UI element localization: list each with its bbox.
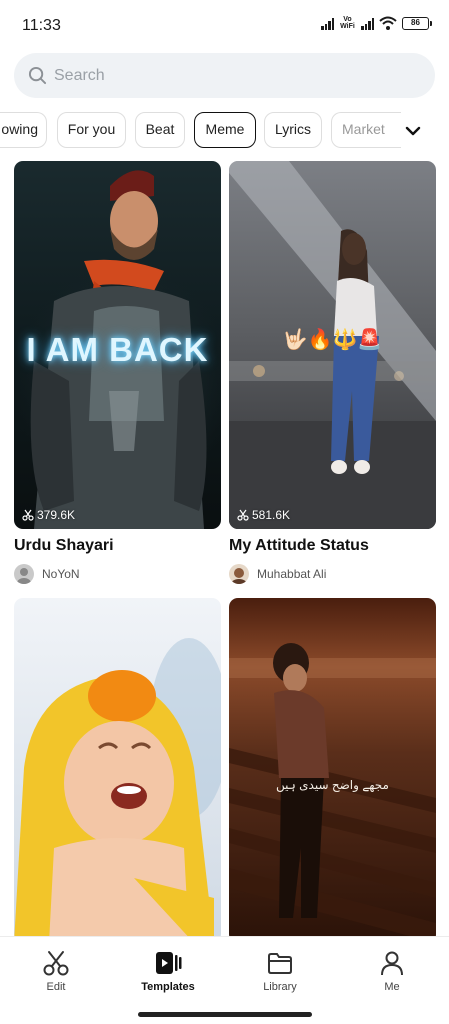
nav-me[interactable]: Me (342, 949, 442, 993)
search-placeholder: Search (54, 66, 105, 84)
nav-label: Me (384, 981, 400, 993)
template-title[interactable]: My Attitude Status (229, 537, 369, 555)
template-thumbnail (14, 598, 221, 943)
wifi-icon (379, 16, 397, 30)
chip-meme[interactable]: Meme (194, 112, 256, 148)
nav-label: Templates (141, 981, 195, 993)
scissors-icon (22, 509, 34, 521)
chevron-down-icon[interactable] (401, 119, 425, 143)
template-thumbnail (229, 598, 436, 943)
usage-count: 581.6K (237, 508, 290, 522)
scissors-icon (237, 509, 249, 521)
person-icon (381, 951, 403, 976)
avatar (14, 564, 34, 584)
search-input[interactable]: Search (14, 53, 435, 98)
card-overlay-text: I AM BACK (26, 331, 209, 368)
nav-edit[interactable]: Edit (6, 949, 106, 993)
chip-following[interactable]: owing (0, 112, 47, 148)
template-card-4[interactable]: مجھے واضح سیدی ہیں (229, 598, 436, 943)
category-chips: owing For you Beat Meme Lyrics Market (0, 112, 449, 149)
card-overlay-text: 🤟🏻🔥🔱🚨 (282, 329, 383, 351)
nav-templates[interactable]: Templates (118, 949, 218, 993)
signal-icon-2 (361, 16, 374, 30)
card-overlay-text: مجھے واضح سیدی ہیں (276, 778, 389, 792)
template-card-2[interactable]: 🤟🏻🔥🔱🚨 581.6K (229, 161, 436, 529)
template-card-3[interactable] (14, 598, 221, 943)
chip-lyrics[interactable]: Lyrics (264, 112, 322, 148)
nav-label: Library (263, 981, 297, 993)
template-title[interactable]: Urdu Shayari (14, 537, 114, 555)
signal-icon (321, 16, 334, 30)
nav-library[interactable]: Library (230, 949, 330, 993)
battery-icon: 86 (402, 16, 432, 30)
home-indicator[interactable] (138, 1012, 312, 1017)
chip-beat[interactable]: Beat (135, 112, 185, 148)
chip-market[interactable]: Market (331, 112, 401, 148)
vowifi-icon: Vo WiFi (340, 16, 355, 30)
usage-count: 379.6K (22, 508, 75, 522)
clock: 11:33 (22, 17, 61, 34)
scissors-icon (43, 951, 69, 976)
chip-for-you[interactable]: For you (57, 112, 126, 148)
bottom-nav: Edit Templates Library Me (0, 936, 449, 1024)
template-card-1[interactable]: I AM BACK 379.6K (14, 161, 221, 529)
status-bar: 11:33 Vo WiFi 86 (0, 0, 449, 52)
nav-label: Edit (46, 981, 66, 993)
templates-icon (156, 952, 182, 974)
template-author[interactable]: Muhabbat Ali (229, 564, 326, 584)
folder-icon (268, 953, 292, 974)
avatar (229, 564, 249, 584)
template-author[interactable]: NoYoN (14, 564, 80, 584)
search-icon (28, 66, 47, 85)
